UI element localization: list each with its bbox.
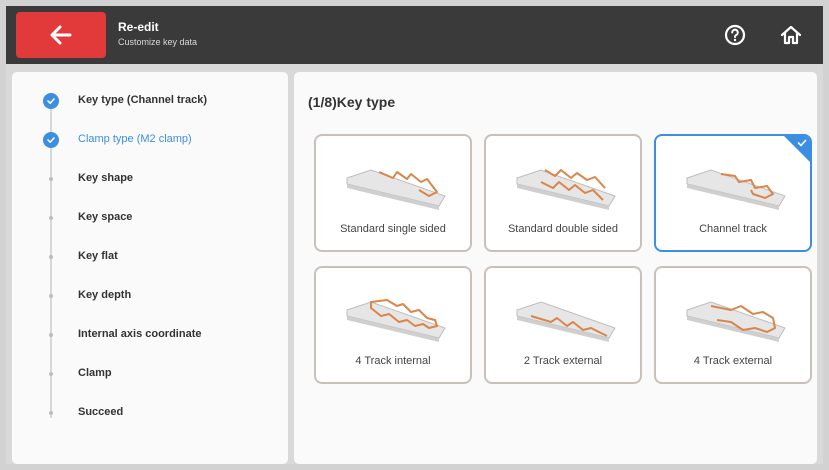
option-label: 2 Track external bbox=[523, 355, 603, 367]
pending-dot-icon bbox=[49, 255, 53, 259]
key-type-option-4-track-external[interactable]: 4 Track external bbox=[654, 266, 812, 384]
single-sided-key-icon bbox=[346, 169, 446, 210]
pending-dot-icon bbox=[49, 333, 53, 337]
step-label: Key depth bbox=[78, 289, 132, 301]
top-bar: Re-edit Customize key data bbox=[6, 6, 823, 64]
step-label: Internal axis coordinate bbox=[78, 328, 202, 340]
option-label: Standard single sided bbox=[340, 223, 446, 235]
help-button[interactable] bbox=[722, 22, 748, 48]
pending-dot-icon bbox=[49, 294, 53, 298]
2-track-external-key-icon bbox=[516, 301, 616, 342]
back-button[interactable] bbox=[16, 12, 106, 58]
step-succeed: Succeed bbox=[12, 402, 288, 441]
option-label: 4 Track external bbox=[693, 355, 773, 367]
home-button[interactable] bbox=[778, 22, 804, 48]
double-sided-key-icon bbox=[516, 169, 616, 210]
key-type-option-4-track-internal[interactable]: 4 Track internal bbox=[314, 266, 472, 384]
option-label: Standard double sided bbox=[507, 223, 619, 235]
step-label: Key shape bbox=[78, 172, 134, 184]
pending-dot-icon bbox=[49, 216, 53, 220]
step-label: Key flat bbox=[78, 250, 118, 262]
4-track-internal-key-icon bbox=[346, 299, 446, 342]
4-track-external-key-icon bbox=[686, 301, 786, 342]
key-type-option-standard-single-sided[interactable]: Standard single sided bbox=[314, 134, 472, 252]
step-key-shape: Key shape bbox=[12, 168, 288, 207]
step-label: Clamp bbox=[78, 367, 112, 379]
key-type-option-2-track-external[interactable]: 2 Track external bbox=[484, 266, 642, 384]
step-key-depth: Key depth bbox=[12, 285, 288, 324]
step-label: Clamp type (M2 clamp) bbox=[78, 133, 192, 145]
pending-dot-icon bbox=[49, 177, 53, 181]
checkmark-icon bbox=[797, 139, 807, 147]
key-type-option-channel-track[interactable]: Channel track bbox=[654, 134, 812, 252]
step-key-space: Key space bbox=[12, 207, 288, 246]
arrow-left-icon bbox=[50, 25, 72, 45]
step-label: Key type (Channel track) bbox=[78, 94, 207, 106]
pending-dot-icon bbox=[49, 372, 53, 376]
page-subtitle: Customize key data bbox=[118, 37, 198, 47]
option-label: 4 Track internal bbox=[355, 355, 431, 367]
app-window: Re-edit Customize key data Key type (Cha… bbox=[6, 6, 823, 464]
section-title: (1/8)Key type bbox=[308, 94, 396, 110]
step-label: Key space bbox=[78, 211, 133, 223]
channel-track-key-icon bbox=[686, 169, 786, 210]
step-internal-axis-coordinate: Internal axis coordinate bbox=[12, 324, 288, 363]
step-clamp-type: Clamp type (M2 clamp) bbox=[12, 129, 288, 168]
steps-panel: Key type (Channel track) Clamp type (M2 … bbox=[12, 72, 288, 464]
help-circle-icon bbox=[724, 24, 746, 46]
step-key-type: Key type (Channel track) bbox=[12, 90, 288, 129]
key-type-option-standard-double-sided[interactable]: Standard double sided bbox=[484, 134, 642, 252]
steps-list: Key type (Channel track) Clamp type (M2 … bbox=[12, 90, 288, 441]
pending-dot-icon bbox=[49, 411, 53, 415]
step-key-flat: Key flat bbox=[12, 246, 288, 285]
step-label: Succeed bbox=[78, 406, 124, 418]
page-title: Re-edit bbox=[118, 20, 159, 34]
key-type-panel: (1/8)Key type Standard single sided Stan… bbox=[294, 72, 817, 464]
step-clamp: Clamp bbox=[12, 363, 288, 402]
home-icon bbox=[780, 25, 802, 45]
check-icon bbox=[43, 93, 59, 109]
option-label: Channel track bbox=[699, 223, 767, 235]
current-step-icon bbox=[43, 132, 59, 148]
